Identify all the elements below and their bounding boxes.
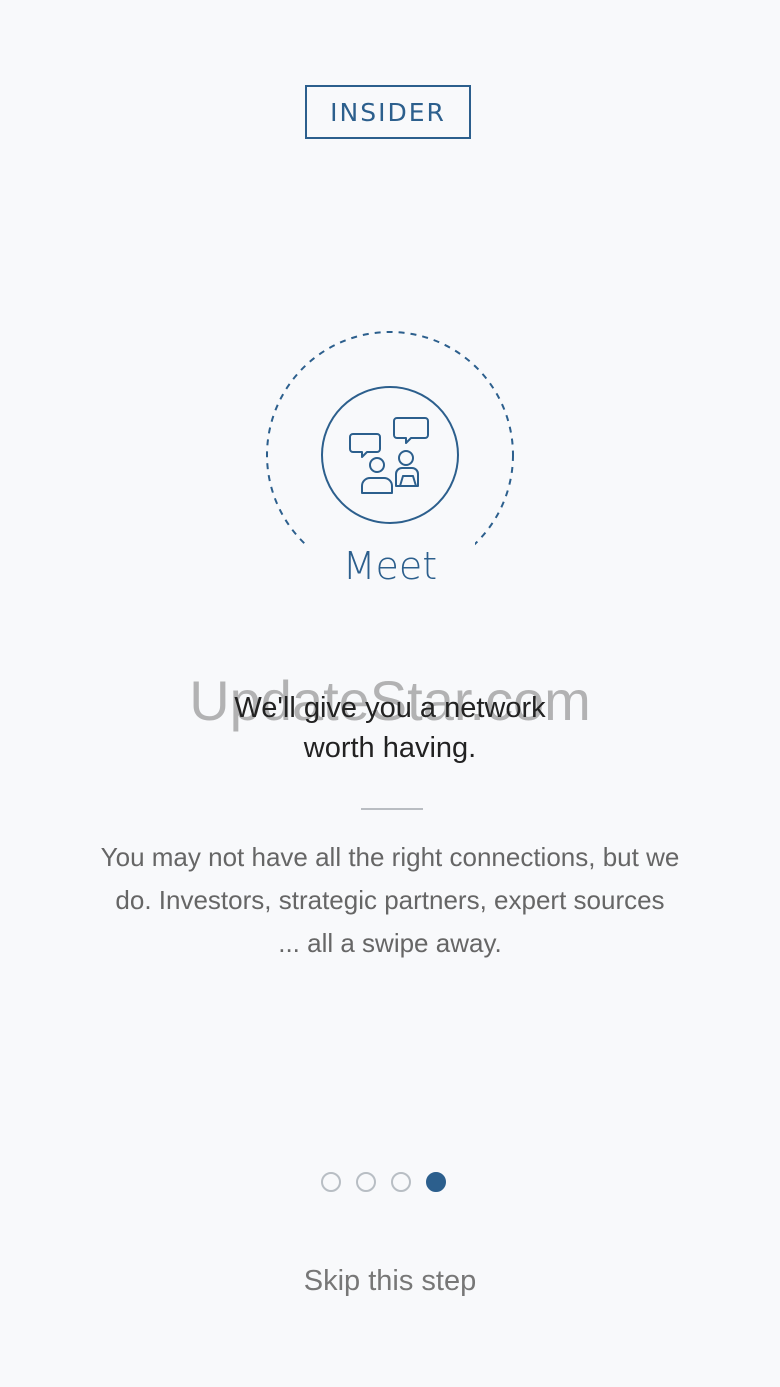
insider-logo: INSIDER <box>305 85 471 139</box>
divider <box>361 808 423 810</box>
page-dot-4-active[interactable] <box>426 1172 446 1192</box>
description-line-1: You may not have all the right connectio… <box>100 842 680 872</box>
logo-text: INSIDER <box>330 97 446 127</box>
headline-line-1: We'll give you a network <box>234 692 546 724</box>
page-dot-2[interactable] <box>356 1172 376 1192</box>
skip-button[interactable]: Skip this step <box>0 1265 780 1298</box>
description-line-2: do. Investors, strategic partners, exper… <box>115 885 665 915</box>
description: You may not have all the right connectio… <box>80 836 700 965</box>
headline: We'll give you a network worth having. <box>140 688 640 768</box>
page-dot-3[interactable] <box>391 1172 411 1192</box>
page-indicator <box>321 1172 446 1192</box>
page-dot-1[interactable] <box>321 1172 341 1192</box>
hero-label: Meet <box>342 544 438 588</box>
headline-line-2: worth having. <box>303 732 477 764</box>
description-line-3: ... all a swipe away. <box>278 928 502 958</box>
